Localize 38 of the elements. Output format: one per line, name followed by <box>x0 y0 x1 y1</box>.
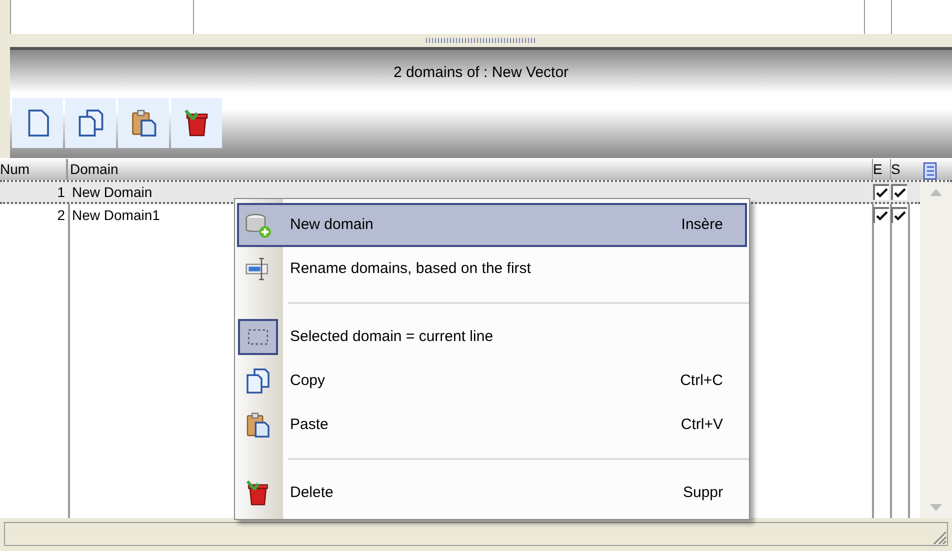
menu-shortcut: Ctrl+C <box>680 370 723 391</box>
toolbar-button[interactable] <box>65 98 116 148</box>
table-cell-text: New Domain <box>72 182 152 202</box>
column-header: Num <box>0 159 68 180</box>
checkbox[interactable] <box>891 184 907 200</box>
resize-grip-icon[interactable] <box>931 529 947 545</box>
menu-item[interactable]: Copy Ctrl+C <box>237 359 747 403</box>
column-header: Domain <box>69 160 120 179</box>
menu-item[interactable]: Rename domains, based on the first <box>237 247 747 291</box>
menu-item[interactable]: Selected domain = current line <box>237 315 747 359</box>
table-cell-text: 1 <box>56 182 66 202</box>
toolbar-button[interactable] <box>171 98 222 148</box>
menu-item[interactable]: New domain Insère <box>237 203 747 247</box>
menu-item-label: Copy <box>290 370 326 391</box>
menu-shortcut: Suppr <box>682 482 723 503</box>
menu-item[interactable]: Delete Suppr <box>237 471 747 515</box>
database-icon <box>244 211 272 239</box>
menu-shortcut: Insère <box>681 214 723 235</box>
clipboard-icon <box>244 411 272 439</box>
panel-title: 2 domains of : New Vector <box>393 63 569 83</box>
column-header: E <box>872 159 890 180</box>
checkbox[interactable] <box>873 207 889 223</box>
toolbar-button[interactable] <box>12 98 63 148</box>
menu-item-label: Delete <box>290 482 334 503</box>
checkbox[interactable] <box>873 184 889 200</box>
column-header: S <box>890 159 908 180</box>
copy-icon <box>244 367 272 395</box>
toolbar-button[interactable] <box>118 98 169 148</box>
menu-item-label: Selected domain = current line <box>290 326 494 347</box>
columns-icon[interactable] <box>922 162 938 180</box>
menu-item-label: Rename domains, based on the first <box>290 258 532 279</box>
table-cell-text: 2 <box>56 206 66 224</box>
menu-item[interactable]: Paste Ctrl+V <box>237 403 747 447</box>
menu-item-label: Paste <box>290 414 330 435</box>
table-cell-text: New Domain1 <box>72 206 160 224</box>
checkbox[interactable] <box>891 207 907 223</box>
menu-item-label: New domain <box>290 214 374 235</box>
menu-shortcut: Ctrl+V <box>680 414 723 435</box>
